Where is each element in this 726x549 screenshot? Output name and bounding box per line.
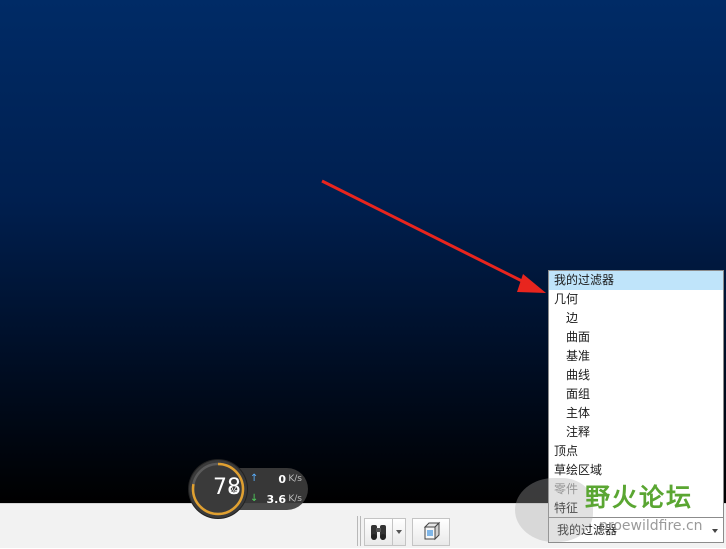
arrow-down-icon: ↓ [250,493,259,504]
filter-list-item[interactable]: 曲面 [549,328,723,347]
download-rate-unit: K/s [288,494,302,504]
toolbar-separator [357,516,358,546]
filter-list-item[interactable]: 我的过滤器 [549,271,723,290]
usage-percent-sign: % [229,486,239,497]
filter-list-item[interactable]: 主体 [549,404,723,423]
find-dropdown-button[interactable] [392,519,405,545]
filter-list-item[interactable]: 零件 [549,480,723,499]
filter-list-item[interactable]: 几何 [549,290,723,309]
filter-list-item[interactable]: 曲线 [549,366,723,385]
filter-list-item[interactable]: 面组 [549,385,723,404]
upload-rate-unit: K/s [288,474,302,484]
chevron-down-icon[interactable] [712,529,718,533]
binoculars-icon [371,525,386,540]
find-button[interactable] [364,518,406,546]
filter-list-item[interactable]: 注释 [549,423,723,442]
filter-list-item[interactable]: 草绘区域 [549,461,723,480]
toolbar-separator [360,516,361,546]
filter-list-item[interactable]: 基准 [549,347,723,366]
saved-view-button[interactable] [412,518,450,546]
filter-list-item[interactable]: 顶点 [549,442,723,461]
filter-list-item[interactable]: 特征 [549,499,723,518]
memory-usage-gauge[interactable]: 78 % [189,460,247,518]
upload-rate-value: 0 [278,473,286,486]
download-rate-value: 3.6 [266,493,287,506]
filter-list-item[interactable]: 边 [549,309,723,328]
selection-filter-value: 我的过滤器 [557,523,618,537]
selection-filter-combobox[interactable]: 我的过滤器 [548,517,724,543]
arrow-up-icon: ↑ [250,473,259,484]
selection-filter-list[interactable]: 我的过滤器 几何边曲面 基准 曲线 面组 主体 注释 顶点 草绘区域 零件 特征 [548,270,724,526]
cube-view-icon [423,521,441,541]
